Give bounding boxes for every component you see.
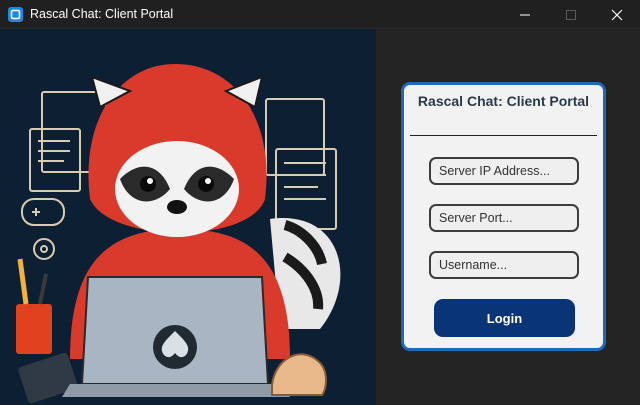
close-icon <box>611 9 623 20</box>
minimize-button[interactable] <box>502 0 548 29</box>
right-panel: Rascal Chat: Client Portal Login <box>376 29 640 405</box>
app-icon <box>8 7 23 22</box>
title-bar[interactable]: Rascal Chat: Client Portal <box>0 0 640 29</box>
window-title: Rascal Chat: Client Portal <box>30 7 174 21</box>
login-button[interactable]: Login <box>434 299 575 337</box>
gamepad-icon <box>21 198 65 226</box>
raccoon-hacker-image <box>16 64 341 404</box>
login-heading: Rascal Chat: Client Portal <box>417 93 590 109</box>
seashell <box>271 353 327 396</box>
divider <box>410 135 597 136</box>
username-input[interactable] <box>429 251 579 279</box>
maximize-icon <box>566 9 576 20</box>
minimize-icon <box>520 14 530 15</box>
raccoon-illustration <box>0 29 376 405</box>
server-port-input[interactable] <box>429 204 579 232</box>
login-card: Rascal Chat: Client Portal Login <box>401 82 606 351</box>
gear-icon <box>33 238 55 260</box>
maximize-button[interactable] <box>548 0 594 29</box>
pencil-cup <box>16 258 52 354</box>
server-ip-input[interactable] <box>429 157 579 185</box>
close-button[interactable] <box>594 0 640 29</box>
spade-logo <box>153 325 197 369</box>
laptop <box>62 276 290 397</box>
